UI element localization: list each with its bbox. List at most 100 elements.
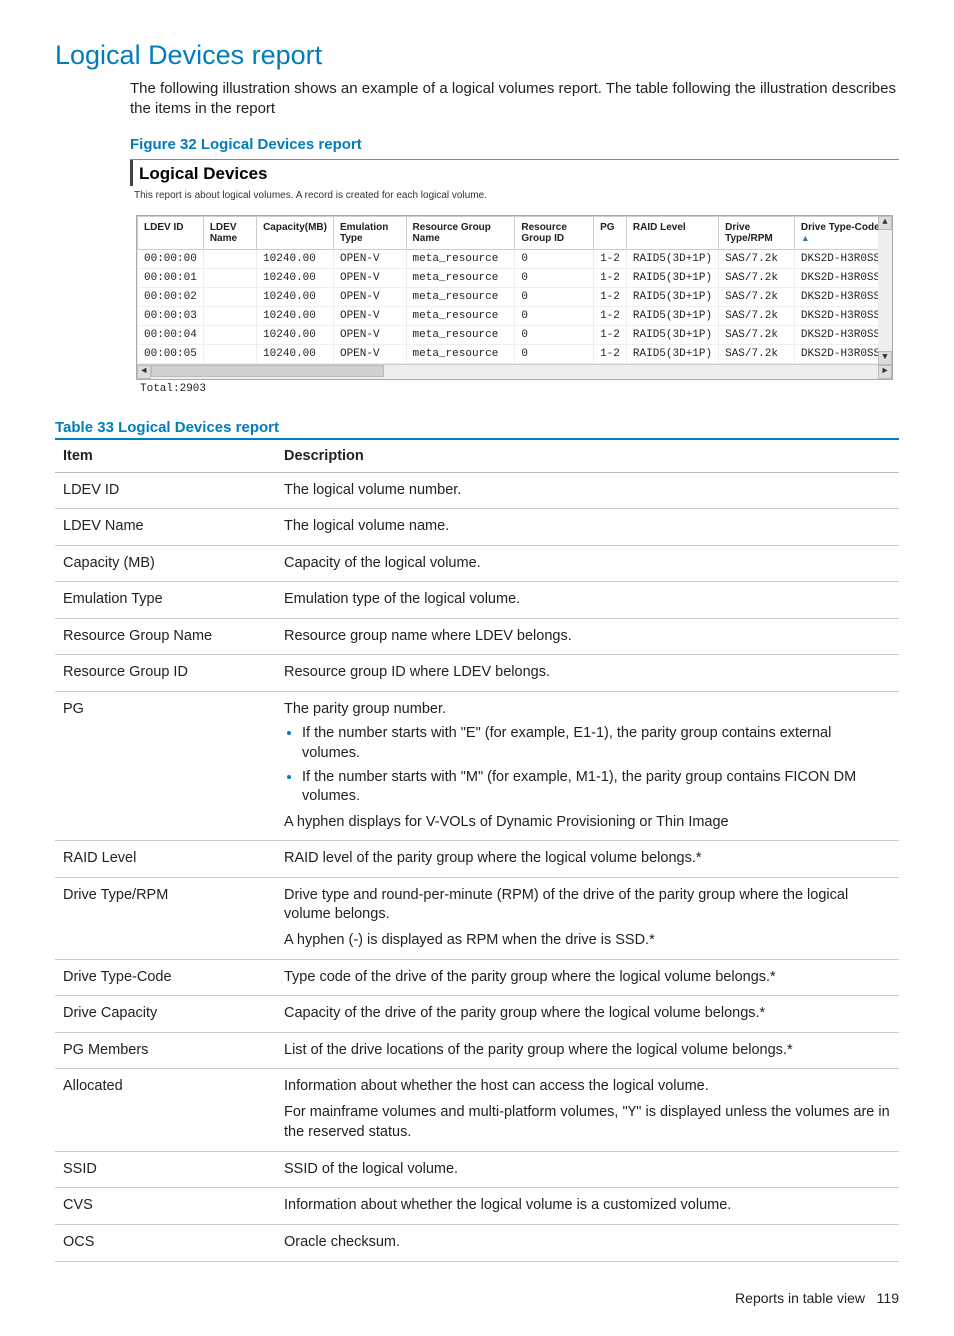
scroll-down-icon[interactable]: ▼: [878, 351, 892, 365]
grid-cell: DKS2D-H3R0SS: [794, 325, 891, 344]
grid-row[interactable]: 00:00:0510240.00OPEN-Vmeta_resource01-2R…: [138, 344, 892, 363]
desc-row: SSIDSSID of the logical volume.: [55, 1151, 899, 1188]
grid-cell: 0: [515, 344, 594, 363]
grid-header[interactable]: Resource Group Name: [406, 216, 515, 249]
grid-cell: DKS2D-H3R0SS: [794, 344, 891, 363]
grid-cell: meta_resource: [406, 306, 515, 325]
scroll-left-icon[interactable]: ◄: [137, 365, 151, 379]
grid-cell: SAS/7.2k: [719, 325, 795, 344]
intro-text: The following illustration shows an exam…: [130, 79, 899, 120]
desc-item: RAID Level: [55, 841, 276, 878]
grid-cell: 1-2: [594, 344, 627, 363]
desc-text: Capacity of the drive of the parity grou…: [276, 996, 899, 1033]
grid-cell: 1-2: [594, 306, 627, 325]
desc-text: List of the drive locations of the parit…: [276, 1032, 899, 1069]
desc-text: Emulation type of the logical volume.: [276, 582, 899, 619]
desc-item: OCS: [55, 1225, 276, 1262]
desc-item: PG: [55, 691, 276, 840]
grid-cell: SAS/7.2k: [719, 287, 795, 306]
desc-text: Drive type and round-per-minute (RPM) of…: [276, 877, 899, 959]
grid-cell: RAID5(3D+1P): [626, 306, 718, 325]
desc-item: LDEV Name: [55, 509, 276, 546]
grid-cell: 10240.00: [257, 287, 334, 306]
desc-row: Emulation TypeEmulation type of the logi…: [55, 582, 899, 619]
section-heading: Logical Devices report: [55, 40, 899, 71]
desc-text: The parity group number.If the number st…: [276, 691, 899, 840]
desc-item: PG Members: [55, 1032, 276, 1069]
grid-cell: meta_resource: [406, 268, 515, 287]
desc-header-desc: Description: [276, 439, 899, 473]
grid-header[interactable]: LDEV ID: [138, 216, 204, 249]
grid-row[interactable]: 00:00:0010240.00OPEN-Vmeta_resource01-2R…: [138, 249, 892, 268]
grid-cell: [203, 344, 256, 363]
desc-text: Oracle checksum.: [276, 1225, 899, 1262]
grid-header[interactable]: Emulation Type: [333, 216, 406, 249]
description-table: Item Description LDEV IDThe logical volu…: [55, 438, 899, 1262]
grid-cell: [203, 287, 256, 306]
desc-item: Resource Group Name: [55, 618, 276, 655]
screenshot-grid: LDEV IDLDEV NameCapacity(MB)Emulation Ty…: [136, 215, 893, 380]
grid-header[interactable]: Drive Type/RPM: [719, 216, 795, 249]
grid-header[interactable]: Resource Group ID: [515, 216, 594, 249]
grid-cell: SAS/7.2k: [719, 306, 795, 325]
scrollbar-thumb[interactable]: [151, 365, 384, 377]
grid-cell: DKS2D-H3R0SS: [794, 268, 891, 287]
grid-cell: meta_resource: [406, 344, 515, 363]
grid-header[interactable]: RAID Level: [626, 216, 718, 249]
desc-text: RAID level of the parity group where the…: [276, 841, 899, 878]
grid-cell: 10240.00: [257, 306, 334, 325]
scroll-up-icon[interactable]: ▲: [878, 216, 892, 230]
desc-item: Drive Type-Code: [55, 959, 276, 996]
grid-cell: DKS2D-H3R0SS: [794, 249, 891, 268]
desc-row: Drive CapacityCapacity of the drive of t…: [55, 996, 899, 1033]
grid-row[interactable]: 00:00:0110240.00OPEN-Vmeta_resource01-2R…: [138, 268, 892, 287]
grid-cell: [203, 249, 256, 268]
grid-cell: SAS/7.2k: [719, 344, 795, 363]
grid-cell: 00:00:05: [138, 344, 204, 363]
grid-header[interactable]: Capacity(MB): [257, 216, 334, 249]
grid-cell: [203, 306, 256, 325]
grid-cell: 0: [515, 306, 594, 325]
grid-row[interactable]: 00:00:0410240.00OPEN-Vmeta_resource01-2R…: [138, 325, 892, 344]
desc-text: The logical volume number.: [276, 472, 899, 509]
desc-row: AllocatedInformation about whether the h…: [55, 1069, 899, 1152]
desc-row: LDEV NameThe logical volume name.: [55, 509, 899, 546]
grid-cell: [203, 325, 256, 344]
grid-row[interactable]: 00:00:0310240.00OPEN-Vmeta_resource01-2R…: [138, 306, 892, 325]
desc-row: PGThe parity group number.If the number …: [55, 691, 899, 840]
grid-cell: RAID5(3D+1P): [626, 249, 718, 268]
grid-cell: meta_resource: [406, 325, 515, 344]
grid-cell: 1-2: [594, 325, 627, 344]
desc-row: PG MembersList of the drive locations of…: [55, 1032, 899, 1069]
grid-header[interactable]: Drive Type-Code ▲: [794, 216, 891, 249]
grid-header[interactable]: LDEV Name: [203, 216, 256, 249]
grid-header[interactable]: PG: [594, 216, 627, 249]
grid-cell: DKS2D-H3R0SS: [794, 306, 891, 325]
screenshot-total: Total:2903: [140, 383, 899, 395]
desc-item: Emulation Type: [55, 582, 276, 619]
grid-cell: 0: [515, 249, 594, 268]
table-caption: Table 33 Logical Devices report: [55, 419, 899, 436]
screenshot-subtitle: This report is about logical volumes. A …: [134, 190, 899, 201]
vertical-scrollbar[interactable]: ▲ ▼: [878, 216, 892, 365]
grid-cell: OPEN-V: [333, 249, 406, 268]
desc-item: Allocated: [55, 1069, 276, 1152]
desc-item: CVS: [55, 1188, 276, 1225]
grid-cell: RAID5(3D+1P): [626, 287, 718, 306]
figure-screenshot: Logical Devices This report is about log…: [130, 159, 899, 395]
grid-cell: OPEN-V: [333, 287, 406, 306]
grid-cell: OPEN-V: [333, 325, 406, 344]
grid-cell: 0: [515, 268, 594, 287]
footer-label: Reports in table view: [735, 1290, 865, 1306]
grid-cell: 00:00:00: [138, 249, 204, 268]
figure-caption: Figure 32 Logical Devices report: [130, 136, 899, 153]
scroll-right-icon[interactable]: ►: [878, 365, 892, 379]
desc-text: Resource group name where LDEV belongs.: [276, 618, 899, 655]
grid-cell: [203, 268, 256, 287]
desc-text: Capacity of the logical volume.: [276, 545, 899, 582]
grid-cell: OPEN-V: [333, 306, 406, 325]
horizontal-scrollbar[interactable]: ◄ ►: [137, 364, 892, 379]
grid-row[interactable]: 00:00:0210240.00OPEN-Vmeta_resource01-2R…: [138, 287, 892, 306]
desc-item: LDEV ID: [55, 472, 276, 509]
grid-cell: RAID5(3D+1P): [626, 325, 718, 344]
